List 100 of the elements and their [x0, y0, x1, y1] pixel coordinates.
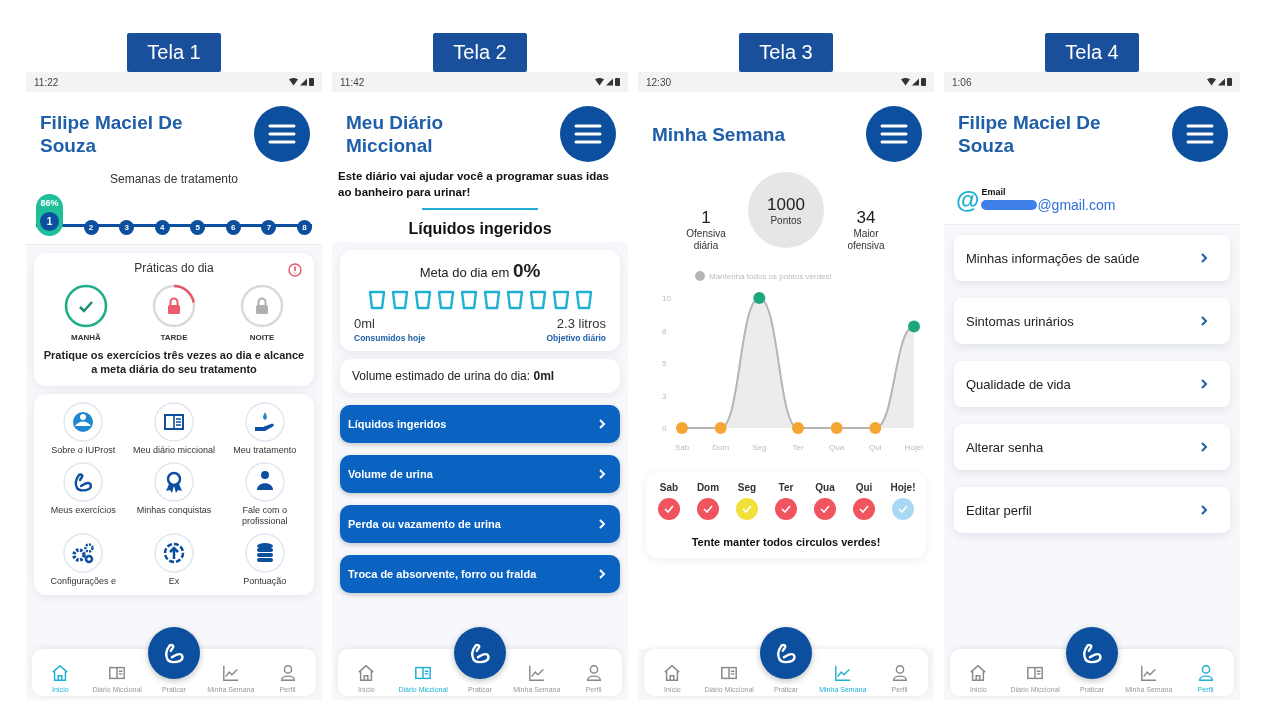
- battery-icon: [615, 78, 620, 86]
- screen-tag: Tela 3: [739, 33, 833, 72]
- shortcut-button[interactable]: Pontuação: [219, 533, 310, 587]
- lock-ring-icon: [151, 283, 197, 329]
- shortcut-button[interactable]: Fale com o profissional: [219, 462, 310, 527]
- shortcut-button[interactable]: Meu diário miccional: [128, 402, 220, 456]
- points-value: 1000: [767, 194, 805, 215]
- check-icon: [781, 505, 791, 513]
- cup-icon[interactable]: [505, 290, 524, 310]
- signal-icon: [912, 78, 919, 86]
- person-icon: [1196, 664, 1215, 682]
- week-step[interactable]: 2: [83, 220, 99, 235]
- status-time: 11:22: [34, 76, 59, 88]
- chevron-right-icon: [1200, 252, 1208, 264]
- points-label: Pontos: [770, 214, 802, 226]
- status-time: 12:30: [646, 76, 672, 88]
- alert-icon[interactable]: [288, 263, 302, 277]
- home-icon: [969, 664, 988, 682]
- profile-menu-item[interactable]: Minhas informações de saúde: [954, 235, 1230, 281]
- week-step[interactable]: 4: [154, 220, 170, 235]
- chart-point: [830, 422, 843, 434]
- menu-button[interactable]: [866, 106, 922, 162]
- shortcut-button[interactable]: Ex: [128, 533, 220, 587]
- profile-menu-item[interactable]: Editar perfil: [954, 487, 1230, 533]
- screen-title: Minha Semana: [652, 122, 786, 146]
- shortcut-button[interactable]: Minhas conquistas: [128, 462, 220, 527]
- chevron-right-icon: [598, 418, 606, 430]
- check-icon: [898, 505, 908, 513]
- section-title: Semanas de tratamento: [109, 172, 239, 186]
- check-icon: [703, 505, 713, 513]
- diary-entry-button[interactable]: Perda ou vazamento de urina: [340, 505, 620, 543]
- stat-label: Ofensiva diária: [685, 228, 727, 252]
- home-icon: [663, 664, 682, 682]
- consumed-amount: 0ml: [354, 316, 376, 331]
- redaction-bar: [981, 200, 1038, 210]
- wifi-icon: [1207, 78, 1216, 86]
- battery-icon: [309, 78, 314, 86]
- cup-icon[interactable]: [551, 290, 570, 310]
- menu-button[interactable]: [560, 106, 616, 162]
- shortcut-button[interactable]: Meu tratamento: [219, 402, 310, 456]
- line-chart-icon: [221, 664, 240, 682]
- day-label: Qua: [815, 482, 835, 493]
- cup-icon[interactable]: [413, 290, 432, 310]
- screen-title: Meu Diário Miccional: [346, 111, 445, 157]
- shortcut-button[interactable]: Configurações e: [38, 533, 129, 587]
- diary-entry-button[interactable]: Volume de urina: [340, 455, 620, 493]
- x-tick-label: Dom: [712, 443, 730, 452]
- profile-menu-item[interactable]: Alterar senha: [954, 424, 1230, 470]
- check-icon: [742, 505, 752, 513]
- goal-title: Meta do dia em 0%: [419, 260, 541, 282]
- person-icon: [890, 664, 909, 682]
- person-icon: [244, 462, 285, 502]
- card-title: Práticas do dia: [134, 261, 214, 275]
- signal-icon: [300, 78, 307, 86]
- day-label: Dom: [696, 482, 720, 493]
- check-icon: [859, 505, 869, 513]
- profile-menu-item[interactable]: Sintomas urinários: [954, 298, 1230, 344]
- diary-entry-button[interactable]: Líquidos ingeridos: [340, 405, 620, 443]
- cup-icon[interactable]: [459, 290, 478, 310]
- week-step[interactable]: 8: [296, 220, 312, 235]
- chevron-right-icon: [598, 518, 606, 530]
- shortcut-button[interactable]: Sobre o IUProst: [38, 402, 129, 456]
- screen-tag: Tela 1: [127, 33, 221, 72]
- cup-icon[interactable]: [367, 290, 386, 310]
- practice-fab[interactable]: [1066, 627, 1118, 679]
- practice-fab[interactable]: [148, 627, 200, 679]
- screen-title: Filipe Maciel De Souza: [958, 111, 1102, 157]
- chart-point: [676, 422, 688, 434]
- hand-drop-icon: [244, 402, 285, 442]
- menu-button[interactable]: [1172, 106, 1228, 162]
- urine-volume-text: Volume estimado de urina do dia: 0ml: [340, 359, 620, 393]
- profile-menu-item[interactable]: Qualidade de vida: [954, 361, 1230, 407]
- diary-entry-button[interactable]: Troca de absorvente, forro ou fralda: [340, 555, 620, 593]
- shortcut-button[interactable]: Meus exercícios: [38, 462, 129, 527]
- arrow-circle-icon: [154, 533, 194, 573]
- status-time: 1:06: [952, 76, 972, 88]
- target-amount: 2.3 litros: [556, 316, 606, 331]
- cup-icon[interactable]: [574, 290, 593, 310]
- week-step[interactable]: 3: [119, 220, 135, 235]
- screen-tag: Tela 4: [1045, 33, 1139, 72]
- lock-ring-icon: [239, 283, 285, 329]
- wifi-icon: [901, 78, 910, 86]
- signal-icon: [1218, 78, 1225, 86]
- check-icon: [664, 505, 674, 513]
- week-step[interactable]: 6: [225, 220, 241, 235]
- day-label: Qui: [855, 482, 873, 493]
- legend-dot: [695, 271, 705, 281]
- stat-label: Maior ofensiva: [846, 228, 886, 252]
- cup-icon[interactable]: [528, 290, 547, 310]
- chevron-right-icon: [598, 468, 606, 480]
- cup-icon[interactable]: [390, 290, 409, 310]
- week-step[interactable]: 5: [190, 220, 206, 235]
- week-step[interactable]: 7: [261, 220, 277, 235]
- practice-fab[interactable]: [760, 627, 812, 679]
- cup-icon[interactable]: [482, 290, 501, 310]
- menu-button[interactable]: [254, 106, 310, 162]
- practice-fab[interactable]: [454, 627, 506, 679]
- chart-point: [869, 422, 882, 434]
- cup-icon[interactable]: [436, 290, 455, 310]
- week-step[interactable]: 1: [40, 212, 59, 231]
